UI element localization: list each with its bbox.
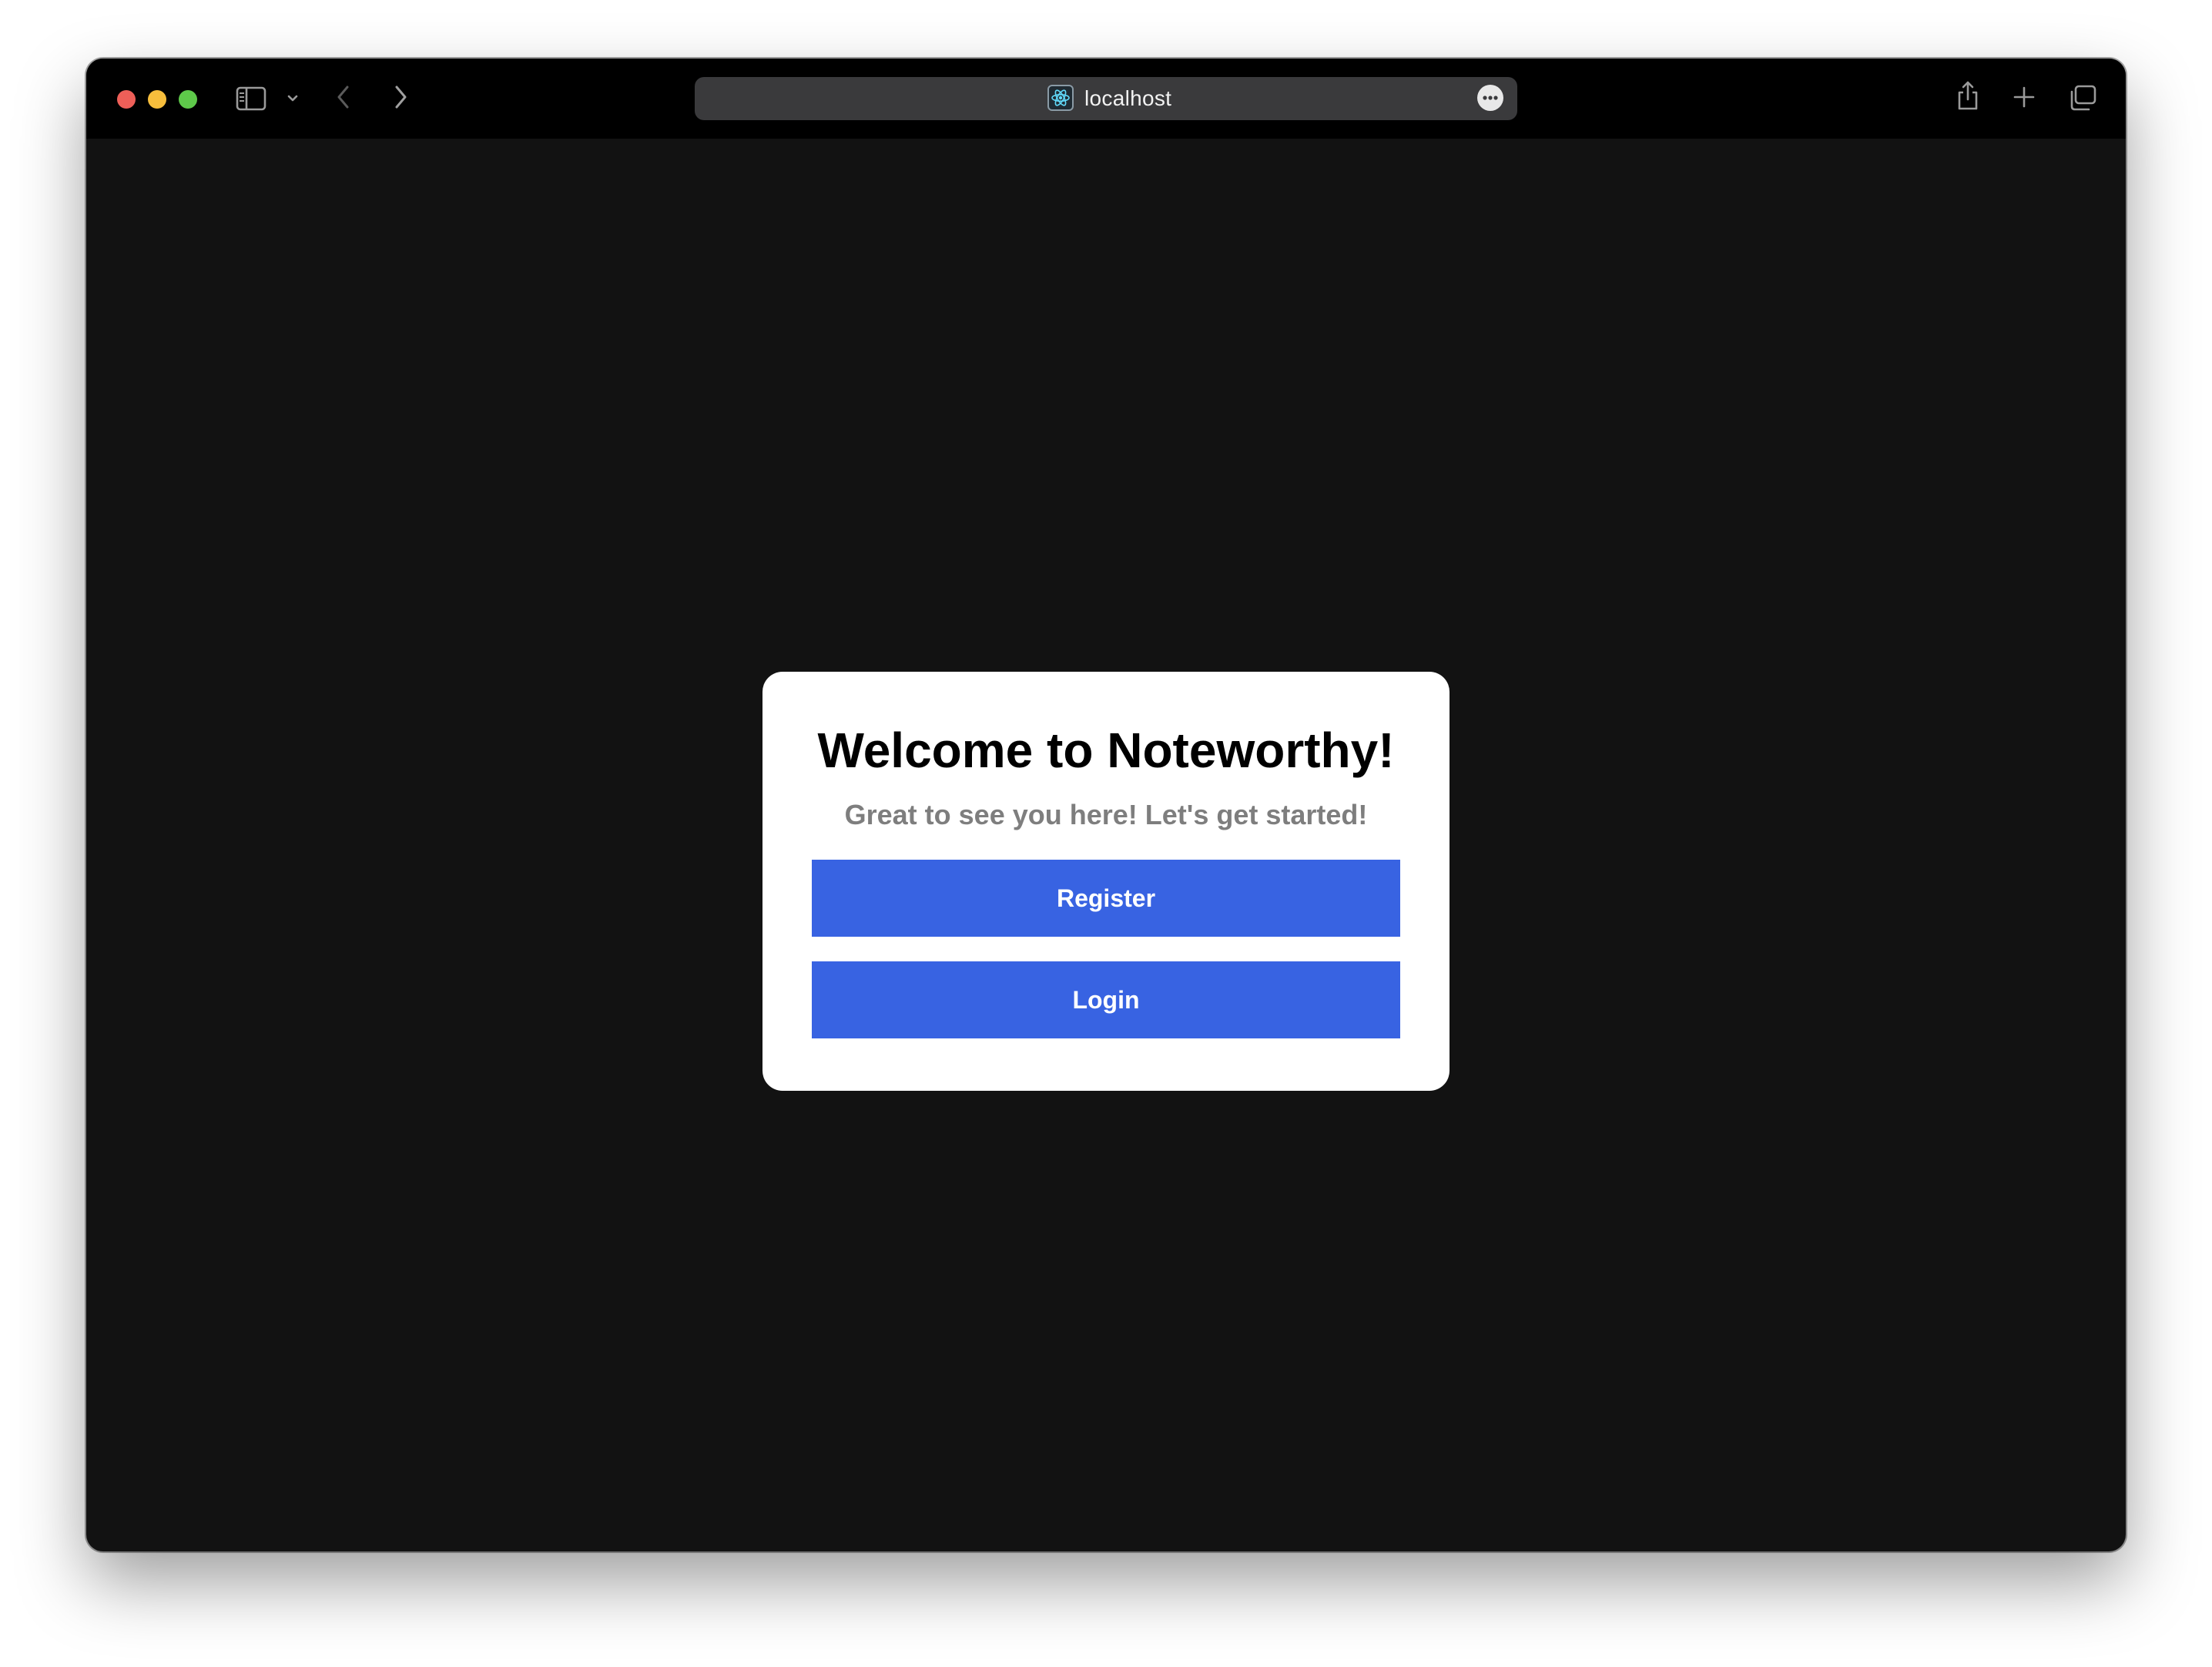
url-text: localhost — [1084, 86, 1172, 110]
address-bar[interactable]: localhost — [695, 77, 1517, 120]
page-title: Welcome to Noteworthy! — [817, 723, 1395, 778]
page-subtitle: Great to see you here! Let's get started… — [844, 799, 1368, 830]
browser-window: localhost Welcome to Noteworthy! Great t… — [86, 59, 2126, 1551]
zoom-window-icon[interactable] — [179, 90, 197, 109]
plus-icon[interactable] — [2012, 85, 2036, 109]
more-icon[interactable] — [1477, 85, 1503, 111]
tabs-icon[interactable] — [2067, 83, 2098, 112]
close-window-icon[interactable] — [117, 90, 136, 109]
chevron-right-icon[interactable] — [390, 82, 411, 112]
react-atom-icon — [1047, 85, 1074, 111]
welcome-card: Welcome to Noteworthy! Great to see you … — [762, 672, 1450, 1091]
login-button[interactable]: Login — [812, 961, 1400, 1038]
share-icon[interactable] — [1955, 79, 1981, 112]
browser-toolbar: localhost — [86, 59, 2126, 139]
minimize-window-icon[interactable] — [148, 90, 166, 109]
register-button[interactable]: Register — [812, 860, 1400, 937]
chevron-left-icon[interactable] — [333, 82, 354, 112]
chevron-down-icon[interactable] — [285, 91, 300, 106]
sidebar-icon[interactable] — [236, 85, 266, 112]
